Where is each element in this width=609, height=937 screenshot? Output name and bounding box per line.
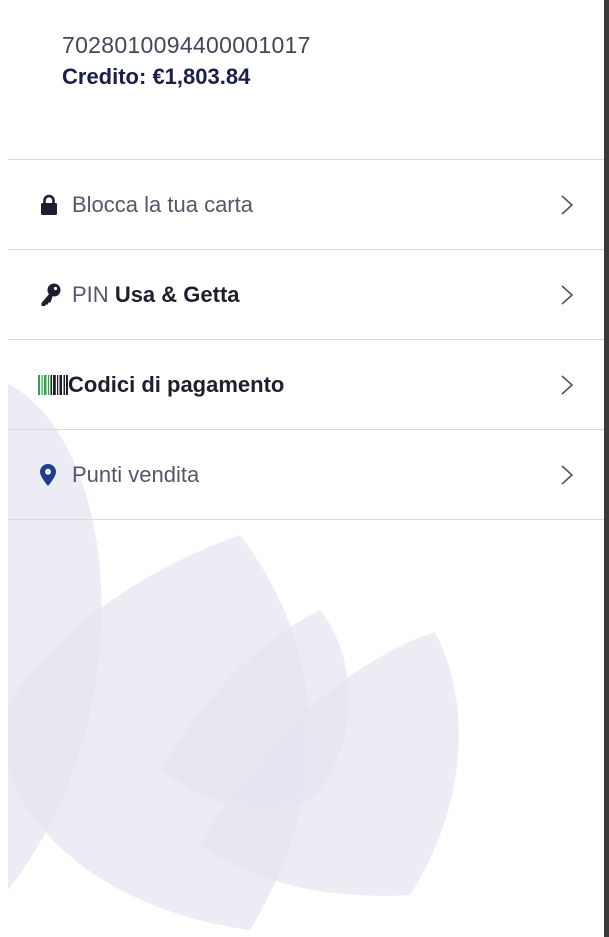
location-pin-icon [40, 463, 56, 486]
menu-item-payment-codes[interactable]: Codici di pagamento [8, 339, 604, 429]
menu-item-pin-usa-getta[interactable]: PIN Usa & Getta [8, 249, 604, 339]
menu-item-label: Blocca la tua carta [72, 191, 253, 217]
lock-icon [40, 194, 58, 216]
app-screen: 7028010094400001017 Credito: €1,803.84 B… [0, 0, 609, 937]
right-border [604, 0, 609, 937]
left-border [0, 0, 8, 937]
chevron-right-icon [561, 194, 574, 215]
menu-item-points-of-sale[interactable]: Punti vendita [8, 429, 604, 520]
menu-item-label: Punti vendita [72, 461, 200, 487]
menu-item-label: PIN Usa & Getta [72, 282, 240, 308]
menu-list: Blocca la tua carta PIN Usa & Getta Codi… [8, 159, 604, 520]
card-number: 7028010094400001017 [62, 32, 311, 58]
key-icon [40, 283, 62, 307]
chevron-right-icon [561, 464, 574, 485]
menu-item-block-card[interactable]: Blocca la tua carta [8, 159, 604, 249]
chevron-right-icon [561, 374, 574, 395]
account-header: 7028010094400001017 Credito: €1,803.84 [62, 30, 311, 92]
chevron-right-icon [561, 284, 574, 305]
credit-balance: Credito: €1,803.84 [62, 64, 251, 89]
pin-title: Usa & Getta [114, 281, 240, 307]
menu-item-label: Codici di pagamento [68, 371, 285, 397]
pin-prefix: PIN [72, 281, 109, 307]
barcode-icon [38, 374, 68, 395]
